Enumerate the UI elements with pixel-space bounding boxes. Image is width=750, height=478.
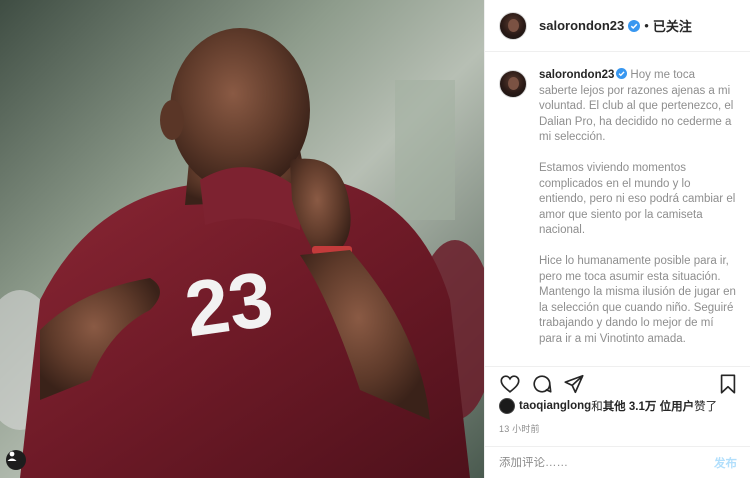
comment-icon[interactable]	[531, 373, 553, 395]
share-icon[interactable]	[563, 373, 585, 395]
caption-paragraph-3: Hice lo humanamente posible para ir, per…	[539, 255, 736, 345]
post-comment-button[interactable]: 发布	[714, 455, 737, 471]
avatar[interactable]	[499, 11, 527, 40]
caption-text: salorondon23 Hoy me toca saberte lejos po…	[539, 68, 736, 366]
heart-icon[interactable]	[499, 373, 521, 395]
header-username[interactable]: salorondon23	[539, 18, 624, 33]
caption-section: salorondon23 Hoy me toca saberte lejos po…	[485, 52, 750, 366]
post-header: salorondon23 • 已关注	[485, 0, 750, 52]
comment-input[interactable]	[499, 456, 714, 469]
action-bar	[485, 366, 750, 394]
caption-username[interactable]: salorondon23	[539, 69, 614, 81]
post-photo[interactable]: 23	[0, 0, 484, 478]
likes-summary: taoqianglong 和 其他 3.1万 位用户 赞了	[499, 398, 717, 414]
liker-avatar[interactable]	[499, 398, 515, 414]
bookmark-icon[interactable]	[717, 373, 739, 395]
post-timestamp[interactable]: 13 小时前	[499, 422, 540, 435]
likes-connector: 和	[591, 401, 603, 413]
add-comment-bar: 发布	[485, 446, 750, 478]
user-tag-icon[interactable]	[6, 450, 26, 470]
likes-others-link[interactable]: 其他 3.1万 位用户	[603, 398, 694, 414]
verified-icon	[616, 68, 628, 79]
follow-status-button[interactable]: 已关注	[653, 16, 692, 35]
verified-icon	[628, 19, 641, 32]
separator-dot: •	[644, 18, 649, 33]
likes-suffix: 赞了	[694, 401, 718, 413]
jersey-number: 23	[180, 254, 278, 353]
post-photo-illustration: 23	[0, 0, 484, 478]
caption-avatar[interactable]	[499, 70, 527, 98]
liker-username[interactable]: taoqianglong	[519, 400, 591, 412]
post-side-panel: salorondon23 • 已关注 salorondon23 Hoy me to…	[484, 0, 750, 478]
caption-paragraph-2: Estamos viviendo momentos complicados en…	[539, 162, 736, 236]
